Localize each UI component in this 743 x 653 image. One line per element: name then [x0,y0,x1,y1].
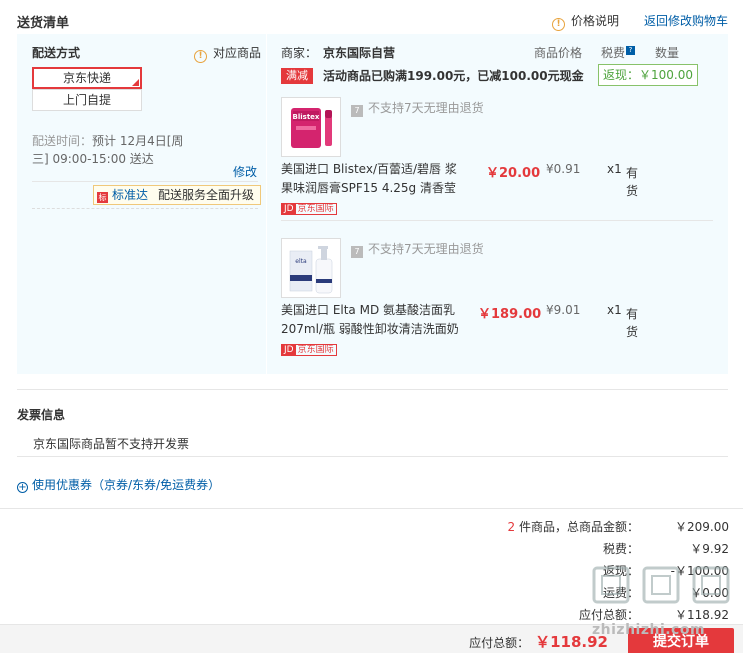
rebate-badge: 返现：￥100.00 [598,64,698,86]
jd-logo-icon: JD [282,345,296,355]
shipping-option-pickup[interactable]: 上门自提 [32,89,142,111]
jd-badge-text: 京东国际 [297,204,334,214]
stock-status: 有货 [626,166,639,198]
item-count-value: 2 [507,520,516,534]
corresponding-goods-label: 对应商品 [213,46,262,60]
coupon-text: 使用优惠券（京券/东券/免运费券） [32,478,221,492]
product-price: ￥189.00 [478,307,542,322]
item-count: 2 件商品，总商品金额： [508,518,639,536]
info-icon: ! [552,18,565,31]
due-total-label: 应付总额： [469,636,530,650]
product-thumbnail-blistex[interactable]: Blistex [281,97,341,157]
help-icon[interactable]: ? [626,46,636,55]
jd-international-badge: JD 京东国际 [281,203,337,215]
no-return-text: 不支持7天无理由退货 [368,242,484,256]
standard-delivery-tag: 标准达 [112,188,149,202]
section-title-delivery-list: 送货清单 [17,16,70,31]
product-qty: x1 [607,303,622,317]
summary-total-row: 2 件商品，总商品金额： ￥209.00 [508,518,729,536]
price-info-label: 价格说明 [571,14,620,28]
jd-international-badge: JD 京东国际 [281,344,337,356]
summary-tax-row: 税费： ￥9.92 [603,540,729,558]
stock-status: 有货 [626,307,639,339]
section-divider [17,389,728,390]
product-thumbnail-elta[interactable]: elta [281,238,341,298]
product-tax: ¥9.01 [546,303,581,317]
watermark-text: zhizhizhi.com [592,622,706,638]
cleanser-image: elta [282,239,340,297]
jd-logo-icon: JD [282,204,296,214]
merchant-info: 商家： 京东国际自营 [281,44,395,61]
upgrade-text: 配送服务全面升级 [158,188,255,202]
section-divider [0,508,743,509]
promo-tag: 满减 [281,68,313,84]
divider [32,181,258,182]
product-name-link[interactable]: 美国进口 Elta MD 氨基酸洁面乳 207ml/瓶 弱酸性卸妆清洁洗面奶 [281,301,461,339]
shipping-option-jd-express[interactable]: 京东快递 [32,67,142,89]
thumb-brand-text: elta [295,258,307,265]
merchant-name: 京东国际自营 [323,46,396,60]
product-tax: ¥0.91 [546,162,581,176]
column-header-price: 商品价格 [534,46,583,60]
delivery-time-label: 配送时间： [32,134,93,148]
column-header-tax: 税费? [601,44,636,61]
back-to-cart-link[interactable]: 返回修改购物车 [644,12,728,29]
modify-delivery-link[interactable]: 修改 [233,163,257,180]
invoice-notice: 京东国际商品暂不支持开发票 [33,437,190,451]
corresponding-goods-link[interactable]: ! 对应商品 [194,44,261,63]
promo-text: 活动商品已购满199.00元，已减100.00元现金 [323,69,584,83]
item-divider [281,220,713,221]
dashed-divider [32,208,258,209]
delivery-time: 配送时间：预计 12月4日[周三] 09:00-15:00 送达 [32,132,192,168]
standard-delivery-icon: 标 [97,192,108,203]
total-amount: ￥209.00 [675,520,729,534]
jd-badge-text: 京东国际 [297,345,334,355]
no-return-icon: 7 [351,246,363,258]
info-icon: ! [194,50,207,63]
use-coupon-toggle[interactable]: + 使用优惠券（京券/东券/免运费券） [17,476,220,493]
price-info-link[interactable]: ! 价格说明 [552,12,619,31]
shipping-method-label: 配送方式 [32,46,81,60]
no-return-notice: 7 不支持7天无理由退货 [351,99,484,117]
lip-balm-image: Blistex [282,98,340,156]
no-return-text: 不支持7天无理由退货 [368,101,484,115]
column-header-qty: 数量 [655,46,680,60]
column-header-tax-label: 税费 [601,46,626,60]
due-total: 应付总额： ￥118.92 [469,631,608,652]
thumb-brand-text: Blistex [293,113,320,121]
tax-amount: ￥9.92 [690,542,729,556]
tax-label: 税费： [602,542,639,556]
merchant-label: 商家： [281,46,318,60]
product-name-link[interactable]: 美国进口 Blistex/百蕾适/碧唇 浆果味润唇膏SPF15 4.25g 清香… [281,160,461,198]
plus-circle-icon: + [17,482,28,493]
no-return-notice: 7 不支持7天无理由退货 [351,240,484,258]
product-qty: x1 [607,162,622,176]
panel-divider [266,34,267,374]
product-price: ￥20.00 [486,166,541,181]
item-count-label: 件商品，总商品金额： [518,520,639,534]
no-return-icon: 7 [351,105,363,117]
section-divider [17,456,728,457]
invoice-title: 发票信息 [17,408,66,422]
delivery-upgrade-banner[interactable]: 标标准达 配送服务全面升级 [93,185,262,205]
